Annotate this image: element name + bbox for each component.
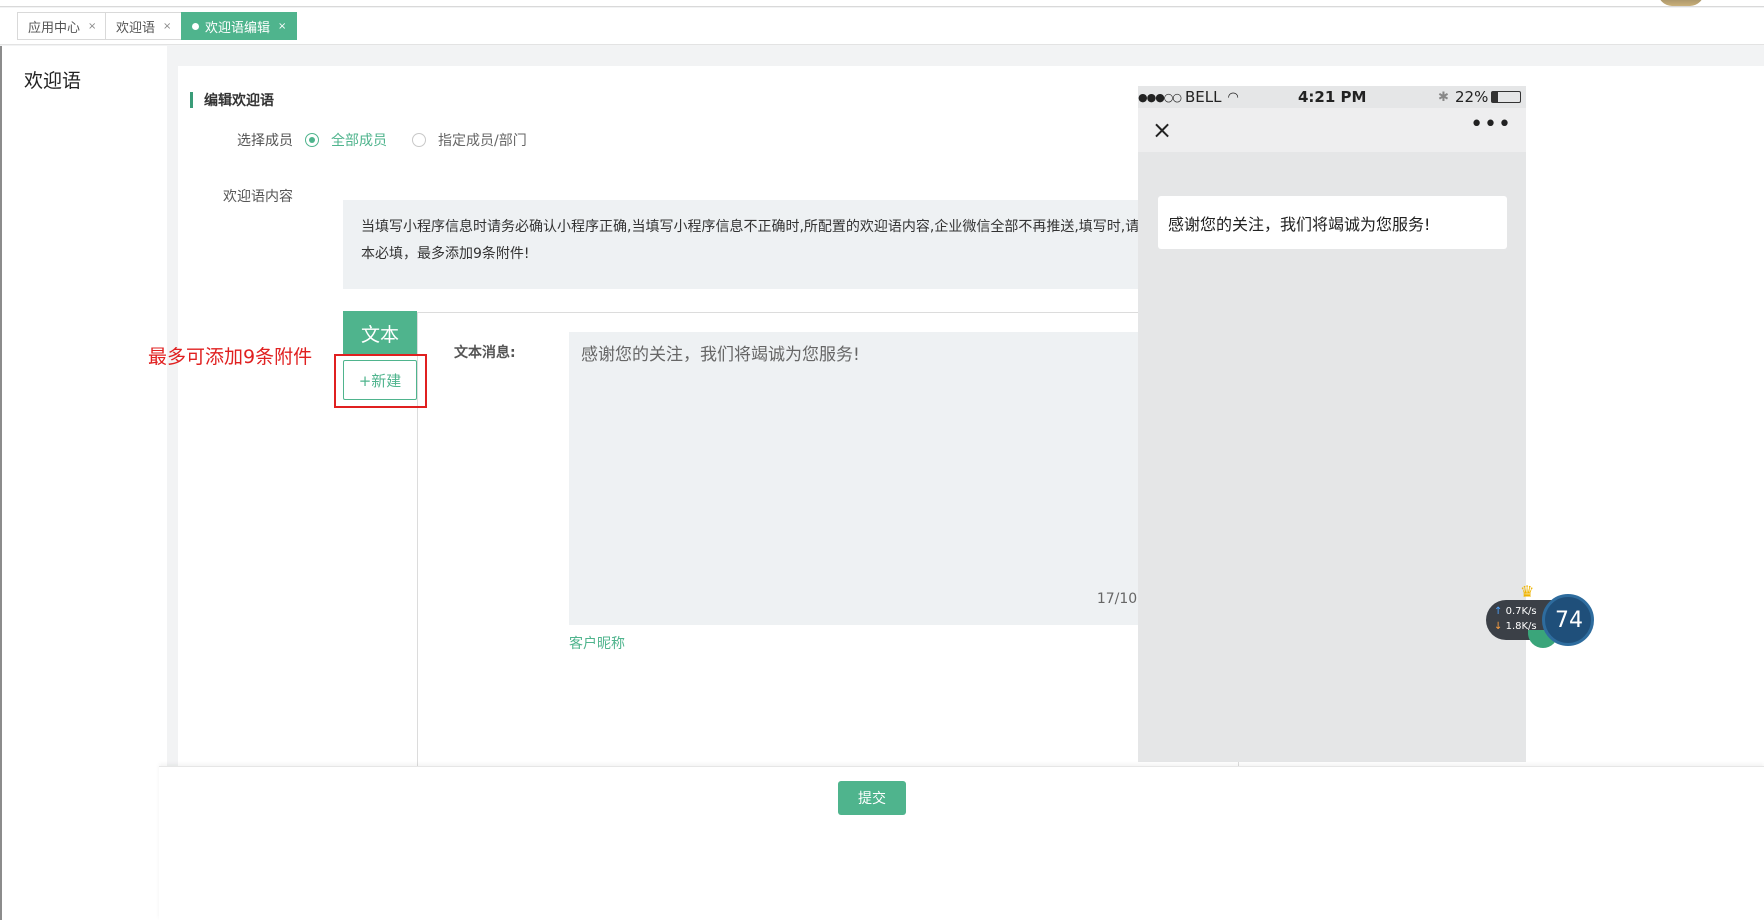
net-usage-badge[interactable]: 74 xyxy=(1542,594,1594,646)
tab-welcome[interactable]: 欢迎语 × xyxy=(105,12,183,40)
sidebar-title: 欢迎语 xyxy=(24,70,82,92)
tab-label: 欢迎语编辑 xyxy=(205,20,271,36)
upload-speed: ↑ 0.7K/s xyxy=(1494,606,1537,617)
phone-preview: ●●●○○ BELL ◠ 4:21 PM ✱ 22% × ••• 感谢您的关注，… xyxy=(1138,86,1526,762)
radio-unchecked-icon xyxy=(412,133,426,147)
section-header: 编辑欢迎语 xyxy=(190,90,274,110)
phone-time: 4:21 PM xyxy=(1298,88,1367,106)
tab-welcome-edit[interactable]: 欢迎语编辑 × xyxy=(181,12,298,40)
tab-bar: 应用中心 × 欢迎语 × 欢迎语编辑 × xyxy=(0,8,1764,45)
carrier: BELL xyxy=(1185,88,1222,106)
crown-icon: ♛ xyxy=(1520,582,1535,601)
bluetooth-icon: ✱ xyxy=(1438,89,1449,105)
radio-all-members[interactable]: 全部成员 xyxy=(305,130,387,150)
avatar[interactable] xyxy=(1658,0,1704,6)
radio-specific-members[interactable]: 指定成员/部门 xyxy=(412,130,527,150)
tab-label: 欢迎语 xyxy=(116,20,156,36)
message-bubble: 感谢您的关注，我们将竭诚为您服务! xyxy=(1158,196,1507,249)
insert-nickname-link[interactable]: 客户昵称 xyxy=(569,633,625,653)
wifi-icon: ◠ xyxy=(1227,89,1239,105)
submit-button[interactable]: 提交 xyxy=(838,781,906,815)
close-icon[interactable]: × xyxy=(163,21,171,32)
radio-label: 全部成员 xyxy=(331,133,387,149)
phone-nav-bar: × ••• xyxy=(1138,108,1526,152)
close-icon[interactable]: × xyxy=(278,21,286,32)
tab-text-type[interactable]: 文本 xyxy=(343,311,417,355)
annotation-text: 最多可添加9条附件 xyxy=(148,346,313,368)
close-icon[interactable]: × xyxy=(88,21,96,32)
section-title: 编辑欢迎语 xyxy=(204,93,274,109)
radio-checked-icon xyxy=(305,133,319,147)
top-strip xyxy=(0,0,1764,7)
notice-box: 当填写小程序信息时请务必确认小程序正确,当填写小程序信息不正确时,所配置的欢迎语… xyxy=(343,200,1239,289)
annotation-highlight-box xyxy=(334,354,427,408)
sidebar: 欢迎语 xyxy=(0,46,167,920)
battery-percent: 22% xyxy=(1455,88,1489,106)
message-value: 感谢您的关注，我们将竭诚为您服务! xyxy=(581,345,860,365)
content-label: 欢迎语内容 xyxy=(223,189,293,205)
tab-app-center[interactable]: 应用中心 × xyxy=(17,12,108,40)
arrow-down-icon: ↓ xyxy=(1494,621,1503,632)
footer-bar: 提交 xyxy=(159,766,1764,920)
close-icon[interactable]: × xyxy=(1152,116,1172,144)
radio-label: 指定成员/部门 xyxy=(438,133,527,149)
more-icon[interactable]: ••• xyxy=(1470,112,1512,137)
battery-icon xyxy=(1491,91,1521,103)
members-label: 选择成员 xyxy=(237,133,293,149)
message-label: 文本消息: xyxy=(454,345,516,361)
arrow-up-icon: ↑ xyxy=(1494,606,1503,617)
phone-status-bar: ●●●○○ BELL ◠ 4:21 PM ✱ 22% xyxy=(1138,86,1526,108)
section-marker xyxy=(190,92,193,108)
tab-label: 应用中心 xyxy=(28,20,81,36)
active-dot-icon xyxy=(192,22,199,30)
signal-icon: ●●●○○ xyxy=(1138,90,1182,104)
